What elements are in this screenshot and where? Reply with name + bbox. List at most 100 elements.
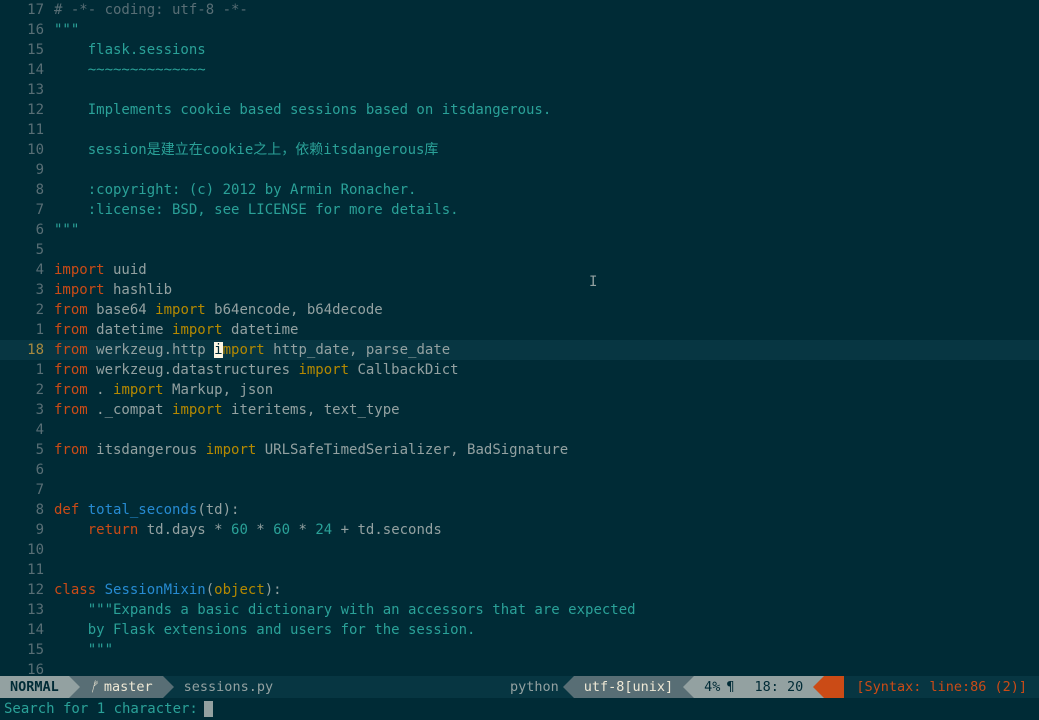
func-name: total_seconds <box>79 502 197 518</box>
percent-segment: 4% ¶ <box>694 676 744 698</box>
cursor-char: i <box>214 342 222 358</box>
kw-import: import <box>54 282 105 298</box>
code-text: # -*- coding: utf-8 -*- <box>54 2 248 18</box>
code-text: ): <box>265 582 282 598</box>
kw-import: import <box>113 382 164 398</box>
code-text: td.days * <box>138 522 231 538</box>
code-text: """ <box>54 22 79 38</box>
line-number: 9 <box>0 520 54 540</box>
line-number: 13 <box>0 600 54 620</box>
kw-from: from <box>54 442 88 458</box>
code-text: base64 <box>88 302 155 318</box>
code-text: flask.sessions <box>54 42 206 58</box>
line-number: 11 <box>0 560 54 580</box>
status-line: NORMAL ᚠmaster sessions.py python utf-8[… <box>0 676 1039 698</box>
line-number: 16 <box>0 660 54 676</box>
branch-segment: ᚠmaster <box>80 676 163 698</box>
code-text: Implements cookie based sessions based o… <box>54 102 551 118</box>
kw-from: from <box>54 362 88 378</box>
line-number: 3 <box>0 280 54 300</box>
code-text: . <box>88 382 113 398</box>
kw-import: mport <box>223 342 265 358</box>
code-text: by Flask extensions and users for the se… <box>54 622 475 638</box>
line-number: 14 <box>0 60 54 80</box>
code-text: itsdangerous <box>88 442 206 458</box>
line-number: 8 <box>0 180 54 200</box>
line-number: 4 <box>0 260 54 280</box>
line-number: 10 <box>0 540 54 560</box>
line-number: 3 <box>0 400 54 420</box>
line-break-icon: ¶ <box>726 676 734 698</box>
command-cursor <box>204 701 213 717</box>
code-text: hashlib <box>105 282 172 298</box>
line-number: 17 <box>0 0 54 20</box>
kw-import: import <box>155 302 206 318</box>
code-text: datetime <box>88 322 172 338</box>
line-number: 11 <box>0 120 54 140</box>
kw-import: import <box>298 362 349 378</box>
filetype-segment: python <box>500 676 563 698</box>
number: 24 <box>315 522 332 538</box>
line-number: 6 <box>0 220 54 240</box>
kw-from: from <box>54 382 88 398</box>
line-number: 7 <box>0 480 54 500</box>
code-text: Markup, json <box>164 382 274 398</box>
code-text: """Expands a basic dictionary with an ac… <box>54 602 636 618</box>
kw-return: return <box>88 522 139 538</box>
line-number: 14 <box>0 620 54 640</box>
separator-icon <box>563 676 574 698</box>
line-number: 5 <box>0 240 54 260</box>
separator-icon <box>163 676 174 698</box>
code-text: """ <box>54 222 79 238</box>
code-text: ._compat <box>88 402 172 418</box>
mode-segment: NORMAL <box>0 676 69 698</box>
line-number: 6 <box>0 460 54 480</box>
line-number: 2 <box>0 380 54 400</box>
number: 60 <box>273 522 290 538</box>
code-text: ( <box>206 582 214 598</box>
code-text: * <box>248 522 273 538</box>
code-text: + td.seconds <box>332 522 442 538</box>
kw-from: from <box>54 322 88 338</box>
code-text: session是建立在cookie之上，依赖itsdangerous库 <box>54 142 438 158</box>
code-text: http_date, parse_date <box>265 342 450 358</box>
editor-pane[interactable]: 17# -*- coding: utf-8 -*- 16""" 15 flask… <box>0 0 1039 676</box>
branch-icon: ᚠ <box>90 676 98 698</box>
kw-def: def <box>54 502 79 518</box>
code-text: CallbackDict <box>349 362 459 378</box>
line-number: 10 <box>0 140 54 160</box>
line-number: 15 <box>0 640 54 660</box>
line-number: 9 <box>0 160 54 180</box>
kw-import: import <box>172 322 223 338</box>
kw-from: from <box>54 342 88 358</box>
filename-segment: sessions.py <box>174 676 283 698</box>
code-text: :license: BSD, see LICENSE for more deta… <box>54 202 459 218</box>
code-text: """ <box>54 642 113 658</box>
number: 60 <box>231 522 248 538</box>
encoding-segment: utf-8[unix] <box>574 676 683 698</box>
line-number: 1 <box>0 360 54 380</box>
line-number: 16 <box>0 20 54 40</box>
line-number: 12 <box>0 580 54 600</box>
command-prompt: Search for 1 character: <box>4 698 198 720</box>
code-text: :copyright: (c) 2012 by Armin Ronacher. <box>54 182 416 198</box>
code-text: iteritems, text_type <box>223 402 400 418</box>
line-number: 7 <box>0 200 54 220</box>
builtin-type: object <box>214 582 265 598</box>
code-text: (td): <box>197 502 239 518</box>
separator-icon <box>69 676 80 698</box>
line-number: 15 <box>0 40 54 60</box>
line-number: 1 <box>0 320 54 340</box>
kw-class: class <box>54 582 96 598</box>
command-line[interactable]: Search for 1 character: <box>0 698 1039 720</box>
kw-import: import <box>54 262 105 278</box>
line-number: 8 <box>0 500 54 520</box>
code-text: URLSafeTimedSerializer, BadSignature <box>256 442 568 458</box>
line-number: 4 <box>0 420 54 440</box>
kw-import: import <box>172 402 223 418</box>
code-text: werkzeug.datastructures <box>88 362 299 378</box>
code-text: b64encode, b64decode <box>206 302 383 318</box>
position-segment: 18: 20 <box>745 676 814 698</box>
kw-import: import <box>206 442 257 458</box>
code-text: uuid <box>105 262 147 278</box>
